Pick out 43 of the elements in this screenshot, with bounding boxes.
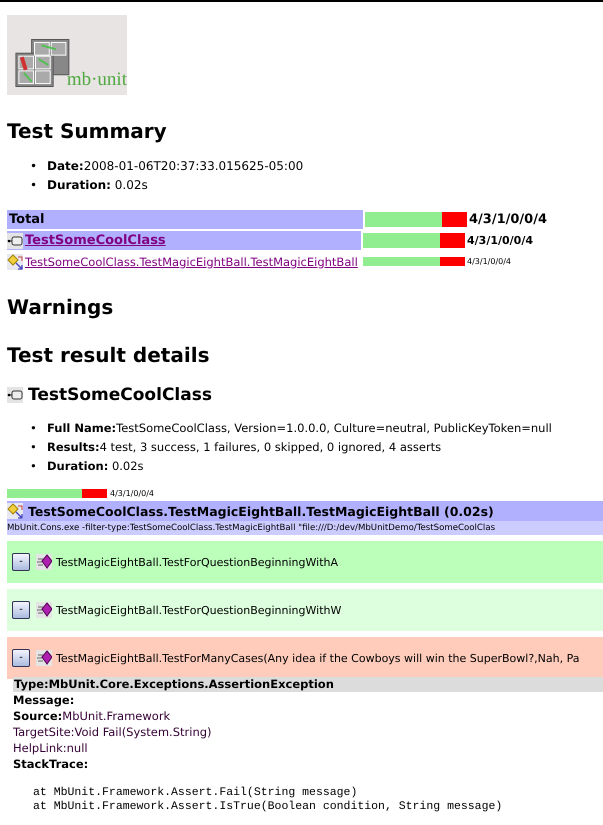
result-counts: 4/3/1/0/0/4 — [110, 489, 154, 498]
class-icon — [7, 387, 23, 403]
fixture-header: TestSomeCoolClass.TestMagicEightBall.TestMagicEightBall (0.02s) — [7, 501, 603, 521]
stack-trace-line: at MbUnit.Framework.Assert.Fail(String message) — [33, 786, 358, 800]
info-item: Full Name:TestSomeCoolClass, Version=1.0.0.0, Culture=neutral, PublicKeyToken=null — [47, 420, 552, 437]
fixture-link[interactable]: TestSomeCoolClass.TestMagicEightBall.TestMagicEightBall — [25, 254, 358, 268]
info-item: Duration: 0.02s — [47, 177, 148, 194]
list-bullet: • — [30, 158, 38, 175]
exception-field: Message: — [13, 692, 603, 708]
section-heading: Test result details — [7, 343, 210, 367]
class-heading: TestSomeCoolClass — [28, 385, 212, 405]
exception-type: Type:MbUnit.Core.Exceptions.AssertionException — [13, 677, 603, 692]
collapse-button[interactable]: - — [12, 601, 30, 619]
collapse-button[interactable]: - — [12, 553, 30, 571]
list-bullet: • — [30, 439, 38, 456]
collapse-button[interactable]: - — [12, 649, 30, 667]
logo-drawing: mb·unit — [7, 15, 127, 95]
table-cell: Total — [7, 210, 363, 229]
fixture-icon — [7, 503, 23, 519]
test-icon — [36, 650, 52, 666]
exception-field: StackTrace: — [13, 756, 603, 772]
test-icon — [36, 602, 52, 618]
test-icon — [36, 554, 52, 570]
result-counts: 4/3/1/0/0/4 — [467, 257, 512, 266]
list-bullet: • — [30, 420, 38, 437]
test-name: TestMagicEightBall.TestForManyCases(Any idea if the Cowboys will win the SuperBowl?,Nah, Pa — [56, 652, 580, 664]
stack-trace-line: at MbUnit.Framework.Assert.IsTrue(Boolean condition, String message) — [33, 800, 504, 814]
list-bullet: • — [30, 458, 38, 475]
result-counts: 4/3/1/0/0/4 — [467, 234, 534, 247]
info-item: Results:4 test, 3 success, 1 failures, 0 skipped, 0 ignored, 4 asserts — [47, 439, 442, 456]
exception-field: TargetSite:Void Fail(System.String) — [13, 724, 603, 740]
fixture-icon — [7, 254, 23, 270]
test-name: TestMagicEightBall.TestForQuestionBeginningWithW — [56, 604, 342, 616]
test-name: TestMagicEightBall.TestForQuestionBeginningWithA — [56, 556, 338, 568]
exception-field: Source:MbUnit.Framework — [13, 708, 603, 724]
section-heading: Warnings — [7, 295, 114, 319]
list-bullet: • — [30, 177, 38, 194]
class-icon — [7, 232, 23, 248]
section-heading: Test Summary — [7, 119, 168, 143]
info-item: Duration: 0.02s — [47, 458, 144, 475]
exception-field: HelpLink:null — [13, 740, 603, 756]
info-item: Date:2008-01-06T20:37:33.015625-05:00 — [47, 158, 304, 175]
result-counts: 4/3/1/0/0/4 — [469, 212, 548, 227]
